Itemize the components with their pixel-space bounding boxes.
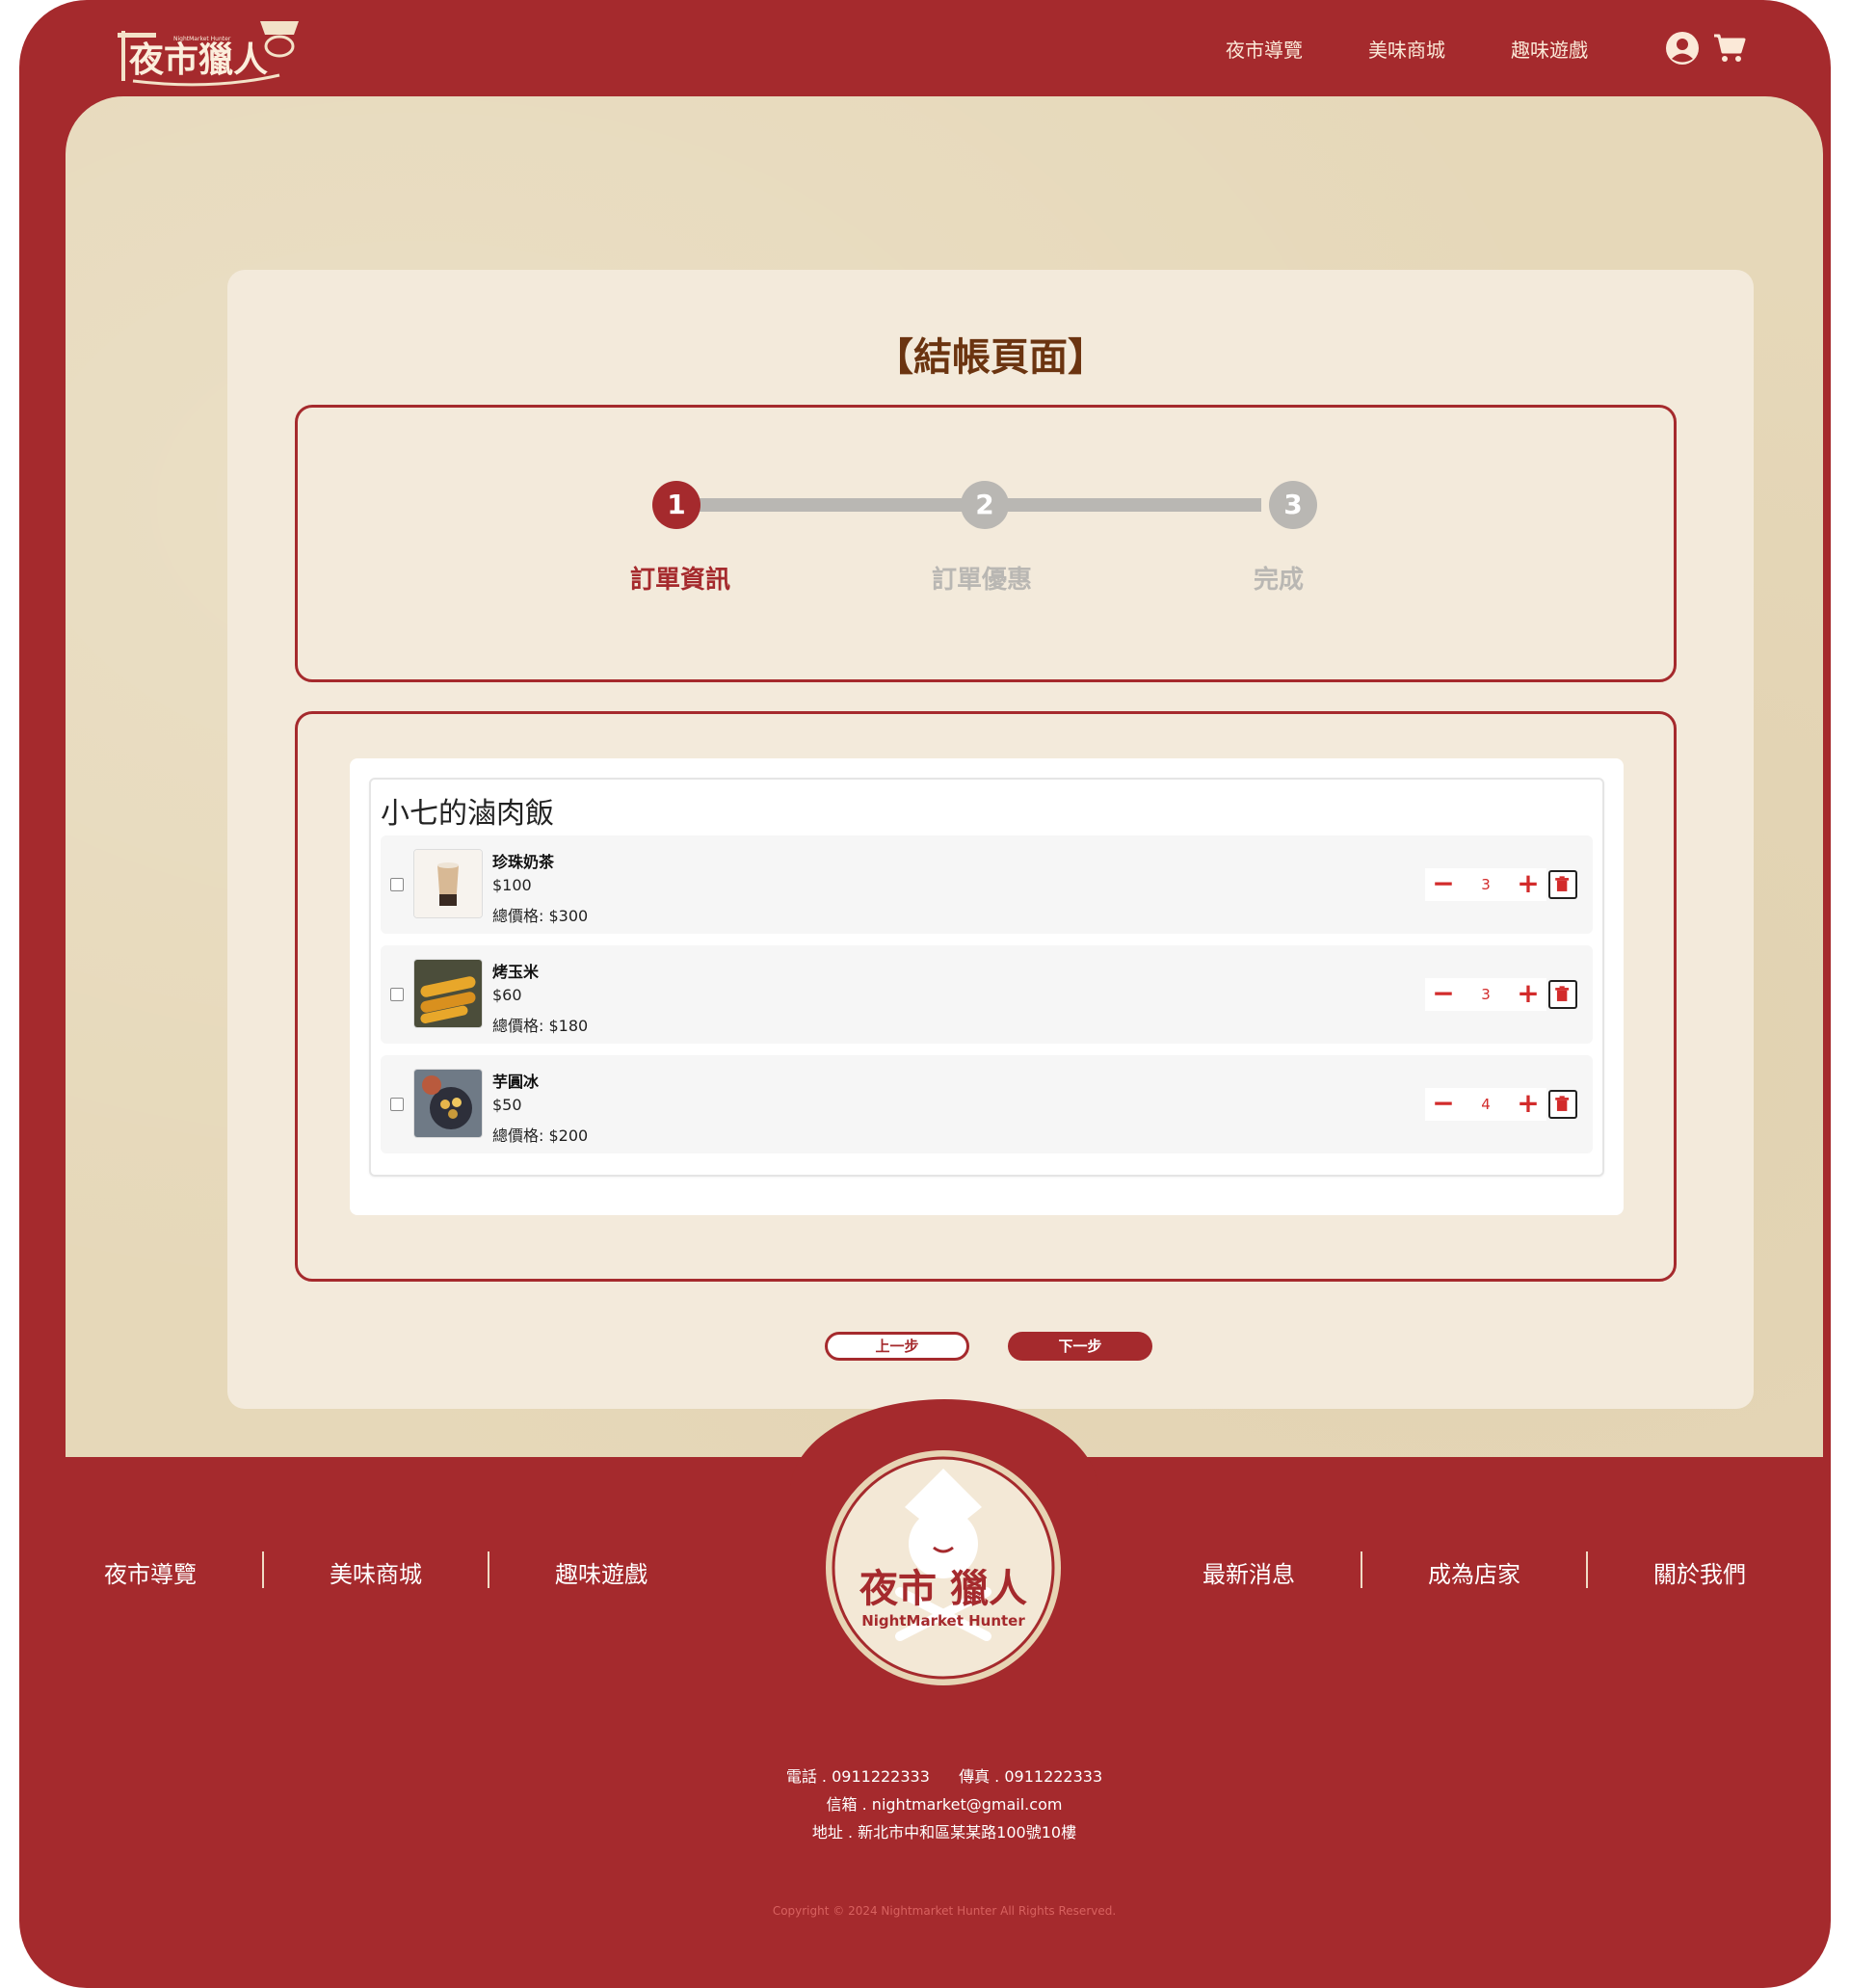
item-checkbox[interactable] xyxy=(390,1098,404,1111)
cart-section: 小七的滷肉飯 珍珠奶茶 $100 總價格: $300 − 3 + 烤玉米 $60… xyxy=(295,711,1677,1282)
grilled-corn-image xyxy=(413,959,483,1028)
contact-phone-fax: 電話 . 0911222333 傳真 . 0911222333 xyxy=(19,1763,1850,1787)
footer-divider xyxy=(1586,1551,1588,1588)
shop-group: 小七的滷肉飯 珍珠奶茶 $100 總價格: $300 − 3 + 烤玉米 $60… xyxy=(369,778,1604,1177)
item-name: 烤玉米 xyxy=(492,963,540,981)
item-checkbox[interactable] xyxy=(390,988,404,1001)
contact-fax: 傳真 . 0911222333 xyxy=(959,1767,1103,1786)
nav-food-mall[interactable]: 美味商城 xyxy=(1368,35,1445,63)
footer-logo[interactable]: 夜市 獵人 NightMarket Hunter xyxy=(823,1447,1064,1688)
item-total: 總價格: $300 xyxy=(492,907,589,925)
cart-item: 芋圓冰 $50 總價格: $200 − 4 + xyxy=(381,1055,1593,1153)
previous-step-button[interactable]: 上一步 xyxy=(825,1332,969,1361)
trash-icon xyxy=(1555,1096,1570,1111)
footer-nav-about-us[interactable]: 關於我們 xyxy=(1653,1555,1746,1589)
svg-text:夜市 獵人: 夜市 獵人 xyxy=(859,1566,1027,1611)
contact-phone: 電話 . 0911222333 xyxy=(785,1767,930,1786)
footer-nav-night-market-guide[interactable]: 夜市導覽 xyxy=(104,1555,197,1589)
decrease-quantity-button[interactable]: − xyxy=(1425,868,1462,901)
item-name: 芋圓冰 xyxy=(492,1073,540,1091)
item-total: 總價格: $180 xyxy=(492,1017,589,1035)
quantity-value[interactable]: 3 xyxy=(1462,978,1510,1011)
step-1-label: 訂單資訊 xyxy=(629,566,730,595)
decrease-quantity-button[interactable]: − xyxy=(1425,1088,1462,1121)
progress-steps: 1 2 3 訂單資訊 訂單優惠 完成 xyxy=(295,405,1677,682)
increase-quantity-button[interactable]: + xyxy=(1510,868,1546,901)
page-title: 【結帳頁面】 xyxy=(875,334,1106,380)
nav-night-market-guide[interactable]: 夜市導覽 xyxy=(1226,35,1303,63)
item-price: $60 xyxy=(492,986,522,1004)
step-2-label: 訂單優惠 xyxy=(931,566,1032,595)
user-circle-icon[interactable] xyxy=(1665,31,1700,66)
svg-text:NightMarket Hunter: NightMarket Hunter xyxy=(173,36,231,42)
delete-item-button[interactable] xyxy=(1548,980,1577,1009)
delete-item-button[interactable] xyxy=(1548,1090,1577,1119)
cart-icon[interactable] xyxy=(1713,33,1746,64)
content-area: 【結帳頁面】 1 2 3 訂單資訊 訂單優惠 完成 小七的滷肉飯 珍珠奶茶 $1… xyxy=(66,96,1823,1457)
footer-divider xyxy=(488,1551,489,1588)
quantity-value[interactable]: 3 xyxy=(1462,868,1510,901)
app-frame: 夜市獵人 NightMarket Hunter 夜市導覽 美味商城 趣味遊戲 【… xyxy=(19,0,1831,1988)
copyright: Copyright © 2024 Nightmarket Hunter All … xyxy=(772,1904,1117,1918)
bubble-tea-image xyxy=(413,849,483,918)
nav-fun-games[interactable]: 趣味遊戲 xyxy=(1511,35,1588,63)
cart-panel: 小七的滷肉飯 珍珠奶茶 $100 總價格: $300 − 3 + 烤玉米 $60… xyxy=(350,758,1624,1215)
taro-ball-ice-image xyxy=(413,1069,483,1138)
decrease-quantity-button[interactable]: − xyxy=(1425,978,1462,1011)
increase-quantity-button[interactable]: + xyxy=(1510,1088,1546,1121)
contact-address: 地址 . 新北市中和區某某路100號10樓 xyxy=(811,1823,1077,1842)
item-checkbox[interactable] xyxy=(390,878,404,891)
step-3-circle: 3 xyxy=(1269,481,1317,529)
cart-item: 珍珠奶茶 $100 總價格: $300 − 3 + xyxy=(381,835,1593,934)
brand-logo[interactable]: 夜市獵人 NightMarket Hunter xyxy=(116,12,308,89)
increase-quantity-button[interactable]: + xyxy=(1510,978,1546,1011)
item-name: 珍珠奶茶 xyxy=(492,853,555,871)
item-price: $50 xyxy=(492,1096,522,1114)
item-total: 總價格: $200 xyxy=(492,1127,589,1145)
footer-nav-become-vendor[interactable]: 成為店家 xyxy=(1428,1555,1520,1589)
shop-name: 小七的滷肉飯 xyxy=(381,797,554,831)
trash-icon xyxy=(1555,876,1570,891)
quantity-value[interactable]: 4 xyxy=(1462,1088,1510,1121)
next-step-button[interactable]: 下一步 xyxy=(1008,1332,1152,1361)
step-2-circle: 2 xyxy=(961,481,1009,529)
footer-nav-latest-news[interactable]: 最新消息 xyxy=(1202,1555,1295,1589)
step-3-label: 完成 xyxy=(1253,566,1304,595)
cart-item: 烤玉米 $60 總價格: $180 − 3 + xyxy=(381,945,1593,1044)
trash-icon xyxy=(1555,986,1570,1001)
checkout-card: 【結帳頁面】 1 2 3 訂單資訊 訂單優惠 完成 小七的滷肉飯 珍珠奶茶 $1… xyxy=(227,270,1754,1409)
footer-nav-food-mall[interactable]: 美味商城 xyxy=(330,1555,422,1589)
svg-text:夜市獵人: 夜市獵人 xyxy=(128,40,268,80)
footer-divider xyxy=(262,1551,264,1588)
contact-email: 信箱 . nightmarket@gmail.com xyxy=(826,1795,1063,1814)
step-1-circle: 1 xyxy=(652,481,700,529)
svg-text:NightMarket Hunter: NightMarket Hunter xyxy=(861,1612,1025,1630)
delete-item-button[interactable] xyxy=(1548,870,1577,899)
footer-nav-fun-games[interactable]: 趣味遊戲 xyxy=(555,1555,648,1589)
item-price: $100 xyxy=(492,876,532,894)
footer-divider xyxy=(1361,1551,1362,1588)
